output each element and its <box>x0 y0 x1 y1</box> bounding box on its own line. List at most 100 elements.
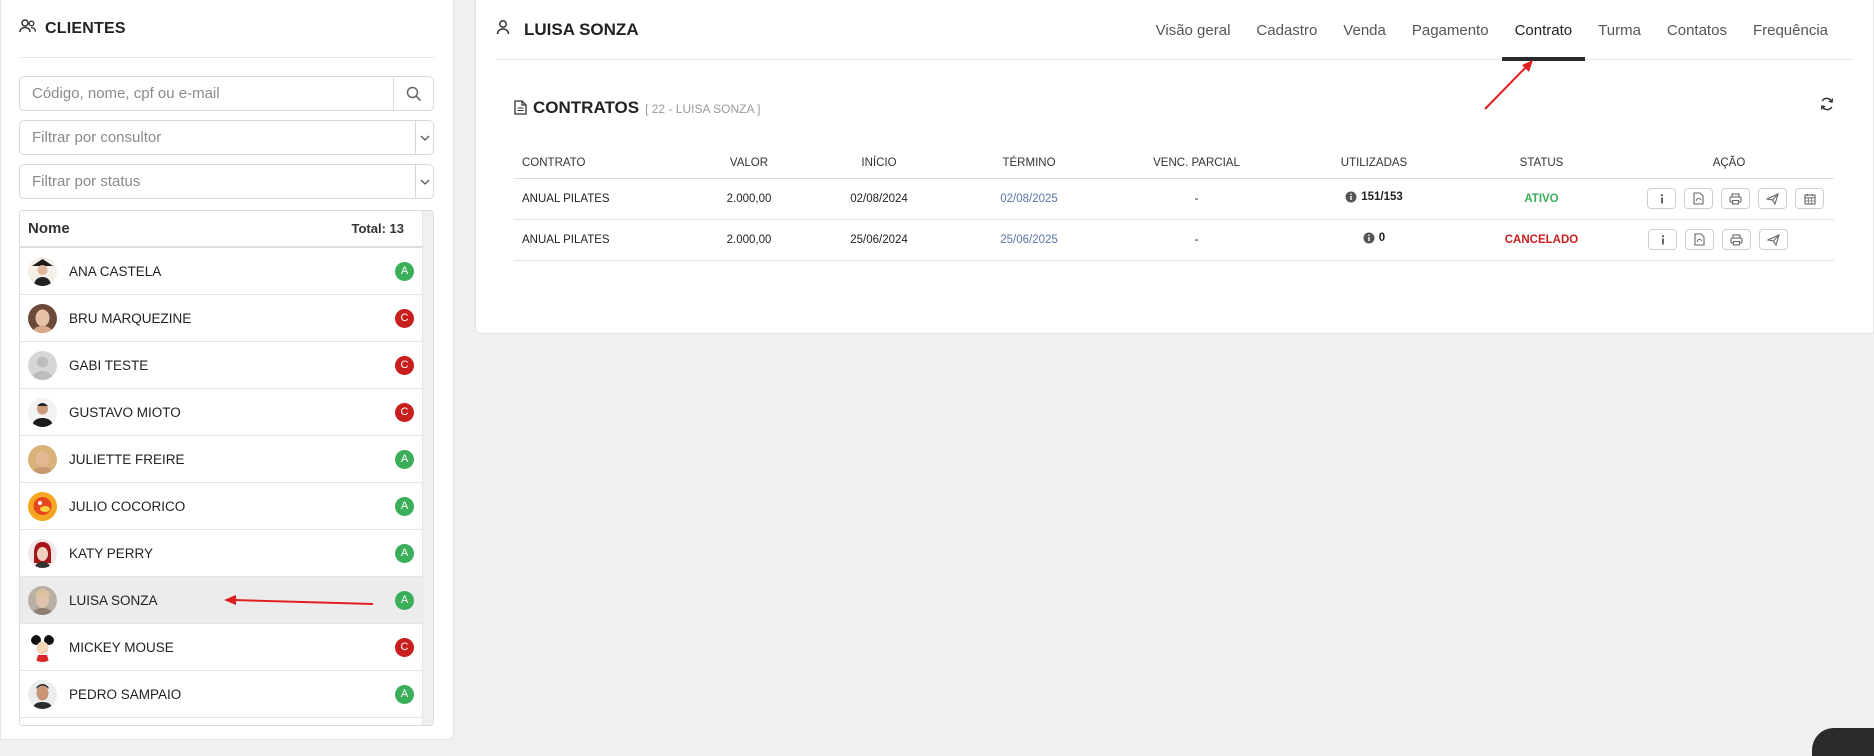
clients-header: CLIENTES <box>19 0 435 58</box>
table-row[interactable]: ANUAL PILATES 2.000,00 25/06/2024 25/06/… <box>514 219 1834 261</box>
print-icon <box>1730 233 1743 246</box>
client-name: BRU MARQUEZINE <box>69 310 192 326</box>
list-item[interactable]: BRU MARQUEZINE C <box>20 295 422 342</box>
clients-panel: CLIENTES Filtrar por consultor Filtrar p… <box>0 0 454 740</box>
contract-used: 151/153 <box>1345 191 1403 203</box>
calendar-button[interactable] <box>1795 188 1824 209</box>
tab-venda[interactable]: Venda <box>1330 0 1399 60</box>
contract-end[interactable]: 25/06/2025 <box>954 219 1104 261</box>
tab-turma[interactable]: Turma <box>1585 0 1654 60</box>
file-pdf-icon <box>1693 192 1704 205</box>
chevron-down-icon <box>415 121 433 154</box>
consultant-filter[interactable]: Filtrar por consultor <box>19 120 434 155</box>
list-item[interactable]: MICKEY MOUSE C <box>20 624 422 671</box>
search-box <box>19 76 434 111</box>
list-item-selected[interactable]: LUISA SONZA A <box>20 577 422 624</box>
tab-contrato[interactable]: Contrato <box>1501 0 1586 61</box>
client-name: JULIO COCORICO <box>69 498 186 514</box>
pdf-button[interactable] <box>1685 229 1714 250</box>
contract-start: 02/08/2024 <box>804 178 954 220</box>
status-badge: A <box>395 684 414 704</box>
status-badge: A <box>395 449 414 469</box>
tab-frequencia[interactable]: Frequência <box>1740 0 1841 60</box>
list-scrollbar[interactable] <box>422 211 433 725</box>
paper-plane-icon <box>1767 233 1780 246</box>
list-item[interactable]: GUSTAVO MIOTO C <box>20 389 422 436</box>
avatar <box>28 350 57 380</box>
pdf-button[interactable] <box>1684 188 1713 209</box>
table-row[interactable]: ANUAL PILATES 2.000,00 02/08/2024 02/08/… <box>514 178 1834 220</box>
calendar-icon <box>1803 193 1816 205</box>
search-button[interactable] <box>393 77 433 110</box>
tab-cadastro[interactable]: Cadastro <box>1243 0 1330 60</box>
contract-used-cell: 151/153 <box>1289 178 1459 220</box>
list-item[interactable]: ANA CASTELA A <box>20 248 422 295</box>
avatar <box>28 679 57 709</box>
client-name: KATY PERRY <box>69 545 154 561</box>
info-icon[interactable] <box>1363 232 1375 244</box>
contract-name: ANUAL PILATES <box>514 178 694 220</box>
tab-pagamento[interactable]: Pagamento <box>1399 0 1502 60</box>
client-title: LUISA SONZA <box>524 19 639 39</box>
status-badge: C <box>395 355 414 375</box>
column-name-header[interactable]: Nome <box>28 220 70 237</box>
contract-used: 0 <box>1363 232 1385 244</box>
refresh-icon[interactable] <box>1819 96 1835 117</box>
consultant-filter-label: Filtrar por consultor <box>32 129 162 146</box>
column-header: TÉRMINO <box>954 148 1104 179</box>
print-button[interactable] <box>1722 229 1751 250</box>
client-heading: LUISA SONZA <box>496 19 639 40</box>
avatar <box>28 303 57 333</box>
search-input[interactable] <box>20 77 393 110</box>
list-item[interactable]: KATY PERRY A <box>20 530 422 577</box>
client-list: Nome Total: 13 ANA CASTELA A BRU MARQUEZ… <box>19 210 434 726</box>
send-button[interactable] <box>1758 188 1787 209</box>
contract-status: CANCELADO <box>1459 219 1624 261</box>
client-name: JULIETTE FREIRE <box>69 451 185 467</box>
print-icon <box>1729 192 1742 205</box>
contract-used-value: 151/153 <box>1361 191 1403 203</box>
client-detail-panel: LUISA SONZA Visão geral Cadastro Venda P… <box>475 0 1874 334</box>
list-item[interactable]: GABI TESTE C <box>20 342 422 389</box>
client-name: LUISA SONZA <box>69 592 158 608</box>
status-filter[interactable]: Filtrar por status <box>19 164 434 199</box>
column-header: INÍCIO <box>804 148 954 179</box>
contract-start: 25/06/2024 <box>804 219 954 261</box>
contract-actions <box>1624 188 1834 209</box>
client-name: GUSTAVO MIOTO <box>69 404 181 420</box>
client-detail-header: LUISA SONZA Visão geral Cadastro Venda P… <box>496 0 1853 61</box>
details-button[interactable] <box>1647 188 1676 209</box>
column-header: UTILIZADAS <box>1289 148 1459 179</box>
print-button[interactable] <box>1721 188 1750 209</box>
list-item[interactable]: JULIETTE FREIRE A <box>20 436 422 483</box>
status-badge: A <box>395 261 414 281</box>
user-icon <box>496 19 510 40</box>
info-icon <box>1660 193 1663 203</box>
avatar <box>28 397 57 427</box>
contract-partial: - <box>1104 219 1289 261</box>
chevron-down-icon <box>415 165 433 198</box>
info-icon <box>1661 234 1664 244</box>
avatar <box>28 491 57 521</box>
clients-title: CLIENTES <box>45 19 126 37</box>
list-item[interactable]: PEDRO SAMPAIO A <box>20 671 422 718</box>
avatar <box>28 538 57 568</box>
send-button[interactable] <box>1759 229 1788 250</box>
client-name: GABI TESTE <box>69 357 149 373</box>
info-icon[interactable] <box>1345 191 1357 203</box>
contract-end[interactable]: 02/08/2025 <box>954 178 1104 220</box>
tab-contatos[interactable]: Contatos <box>1654 0 1740 60</box>
status-filter-label: Filtrar por status <box>32 173 141 190</box>
clients-total: Total: 13 <box>351 221 405 236</box>
column-header: STATUS <box>1459 148 1624 179</box>
contract-name: ANUAL PILATES <box>514 219 694 261</box>
contract-used-cell: 0 <box>1289 219 1459 261</box>
details-button[interactable] <box>1648 229 1677 250</box>
tab-visao-geral[interactable]: Visão geral <box>1143 0 1244 60</box>
contracts-table: CONTRATO VALOR INÍCIO TÉRMINO VENC. PARC… <box>514 148 1834 261</box>
list-item[interactable]: JULIO COCORICO A <box>20 483 422 530</box>
document-icon <box>514 100 527 120</box>
contracts-heading: CONTRATOS [ 22 - LUISA SONZA ] <box>514 98 1835 122</box>
column-header: CONTRATO <box>514 148 694 179</box>
chat-widget-button[interactable] <box>1812 728 1874 756</box>
